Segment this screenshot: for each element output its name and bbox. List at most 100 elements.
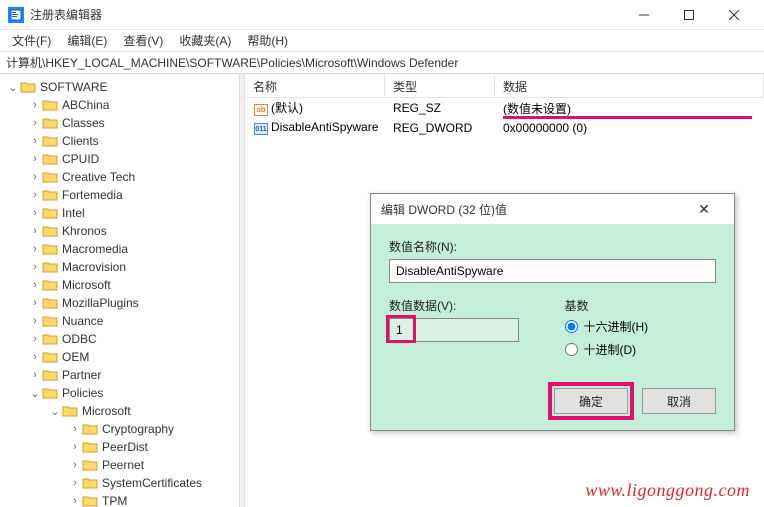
folder-icon (42, 188, 58, 202)
tree-panel[interactable]: ⌄SOFTWARE›ABChina›Classes›Clients›CPUID›… (0, 74, 240, 507)
tree-item[interactable]: ›CPUID (0, 150, 239, 168)
col-type[interactable]: 类型 (385, 74, 495, 97)
expand-icon[interactable]: › (68, 441, 82, 453)
tree-item[interactable]: ›ODBC (0, 330, 239, 348)
tree-item[interactable]: ›TPM (0, 492, 239, 507)
menu-fav[interactable]: 收藏夹(A) (173, 30, 237, 51)
expand-icon[interactable]: › (28, 279, 42, 291)
tree-item[interactable]: ›Partner (0, 366, 239, 384)
list-row[interactable]: ab(默认)REG_SZ(数值未设置) (245, 98, 764, 118)
col-data[interactable]: 数据 (495, 74, 764, 97)
expand-icon[interactable]: › (68, 477, 82, 489)
close-button[interactable] (711, 0, 756, 30)
expand-icon[interactable]: › (28, 315, 42, 327)
ok-button[interactable]: 确定 (554, 388, 628, 414)
folder-icon (42, 386, 58, 400)
folder-icon (82, 440, 98, 454)
collapse-icon[interactable]: ⌄ (6, 81, 20, 94)
collapse-icon[interactable]: ⌄ (48, 405, 62, 418)
radio-dec-label: 十进制(D) (584, 341, 637, 358)
tree-item[interactable]: ›SystemCertificates (0, 474, 239, 492)
menu-help[interactable]: 帮助(H) (241, 30, 294, 51)
list-header: 名称 类型 数据 (245, 74, 764, 98)
tree-item[interactable]: ›Clients (0, 132, 239, 150)
expand-icon[interactable]: › (28, 261, 42, 273)
regedit-icon (8, 7, 24, 23)
folder-icon (42, 242, 58, 256)
expand-icon[interactable]: › (28, 243, 42, 255)
expand-icon[interactable]: › (28, 207, 42, 219)
expand-icon[interactable]: › (28, 333, 42, 345)
tree-item[interactable]: ›Peernet (0, 456, 239, 474)
row-data: 0x00000000 (0) (495, 121, 764, 135)
cancel-button[interactable]: 取消 (642, 388, 716, 414)
folder-icon (42, 314, 58, 328)
tree-item[interactable]: ›Intel (0, 204, 239, 222)
tree-item[interactable]: ›PeerDist (0, 438, 239, 456)
edit-dword-dialog: 编辑 DWORD (32 位)值 ✕ 数值名称(N): 数值数据(V): 基数 … (370, 193, 735, 431)
expand-icon[interactable]: › (28, 171, 42, 183)
folder-icon (42, 206, 58, 220)
expand-icon[interactable]: › (28, 99, 42, 111)
address-path: 计算机\HKEY_LOCAL_MACHINE\SOFTWARE\Policies… (6, 54, 458, 71)
dword-icon: 011 (254, 123, 268, 135)
tree-item[interactable]: ›Fortemedia (0, 186, 239, 204)
tree-item[interactable]: ›Cryptography (0, 420, 239, 438)
radio-hex-label: 十六进制(H) (584, 318, 649, 335)
tree-item[interactable]: ⌄Microsoft (0, 402, 239, 420)
tree-item[interactable]: ›Nuance (0, 312, 239, 330)
tree-item[interactable]: ›Creative Tech (0, 168, 239, 186)
value-data-input[interactable] (389, 318, 519, 342)
tree-item[interactable]: ›MozillaPlugins (0, 294, 239, 312)
tree-item[interactable]: ›Macromedia (0, 240, 239, 258)
tree-item[interactable]: ›Macrovision (0, 258, 239, 276)
row-type: REG_DWORD (385, 121, 495, 135)
expand-icon[interactable]: › (28, 189, 42, 201)
dialog-close-button[interactable]: ✕ (684, 201, 724, 218)
folder-icon (42, 332, 58, 346)
tree-item[interactable]: ›Classes (0, 114, 239, 132)
folder-icon (42, 260, 58, 274)
folder-icon (42, 98, 58, 112)
tree-item[interactable]: ⌄SOFTWARE (0, 78, 239, 96)
expand-icon[interactable]: › (68, 459, 82, 471)
folder-icon (42, 116, 58, 130)
address-bar[interactable]: 计算机\HKEY_LOCAL_MACHINE\SOFTWARE\Policies… (0, 52, 764, 74)
tree-item[interactable]: ›OEM (0, 348, 239, 366)
expand-icon[interactable]: › (28, 225, 42, 237)
expand-icon[interactable]: › (28, 135, 42, 147)
radio-dec[interactable] (565, 343, 578, 356)
expand-icon[interactable]: › (28, 153, 42, 165)
folder-icon (20, 80, 36, 94)
tree-item[interactable]: ›Khronos (0, 222, 239, 240)
collapse-icon[interactable]: ⌄ (28, 387, 42, 400)
row-name: (默认) (271, 101, 303, 115)
value-name-input[interactable] (389, 259, 716, 283)
expand-icon[interactable]: › (68, 495, 82, 507)
tree-item[interactable]: ›Microsoft (0, 276, 239, 294)
menu-view[interactable]: 查看(V) (117, 30, 169, 51)
col-name[interactable]: 名称 (245, 74, 385, 97)
expand-icon[interactable]: › (28, 297, 42, 309)
expand-icon[interactable]: › (28, 351, 42, 363)
dialog-titlebar[interactable]: 编辑 DWORD (32 位)值 ✕ (371, 194, 734, 224)
maximize-button[interactable] (666, 0, 711, 30)
expand-icon[interactable]: › (28, 369, 42, 381)
folder-icon (42, 152, 58, 166)
menu-edit[interactable]: 编辑(E) (61, 30, 113, 51)
row-type: REG_SZ (385, 101, 495, 115)
expand-icon[interactable]: › (28, 117, 42, 129)
radio-hex[interactable] (565, 320, 578, 333)
row-data: (数值未设置) (495, 100, 764, 117)
folder-icon (42, 296, 58, 310)
folder-icon (42, 134, 58, 148)
list-row[interactable]: 011DisableAntiSpywareREG_DWORD0x00000000… (245, 118, 764, 138)
folder-icon (42, 278, 58, 292)
folder-icon (62, 404, 78, 418)
expand-icon[interactable]: › (68, 423, 82, 435)
tree-item[interactable]: ⌄Policies (0, 384, 239, 402)
menubar: 文件(F) 编辑(E) 查看(V) 收藏夹(A) 帮助(H) (0, 30, 764, 52)
menu-file[interactable]: 文件(F) (6, 30, 57, 51)
minimize-button[interactable] (621, 0, 666, 30)
tree-item[interactable]: ›ABChina (0, 96, 239, 114)
